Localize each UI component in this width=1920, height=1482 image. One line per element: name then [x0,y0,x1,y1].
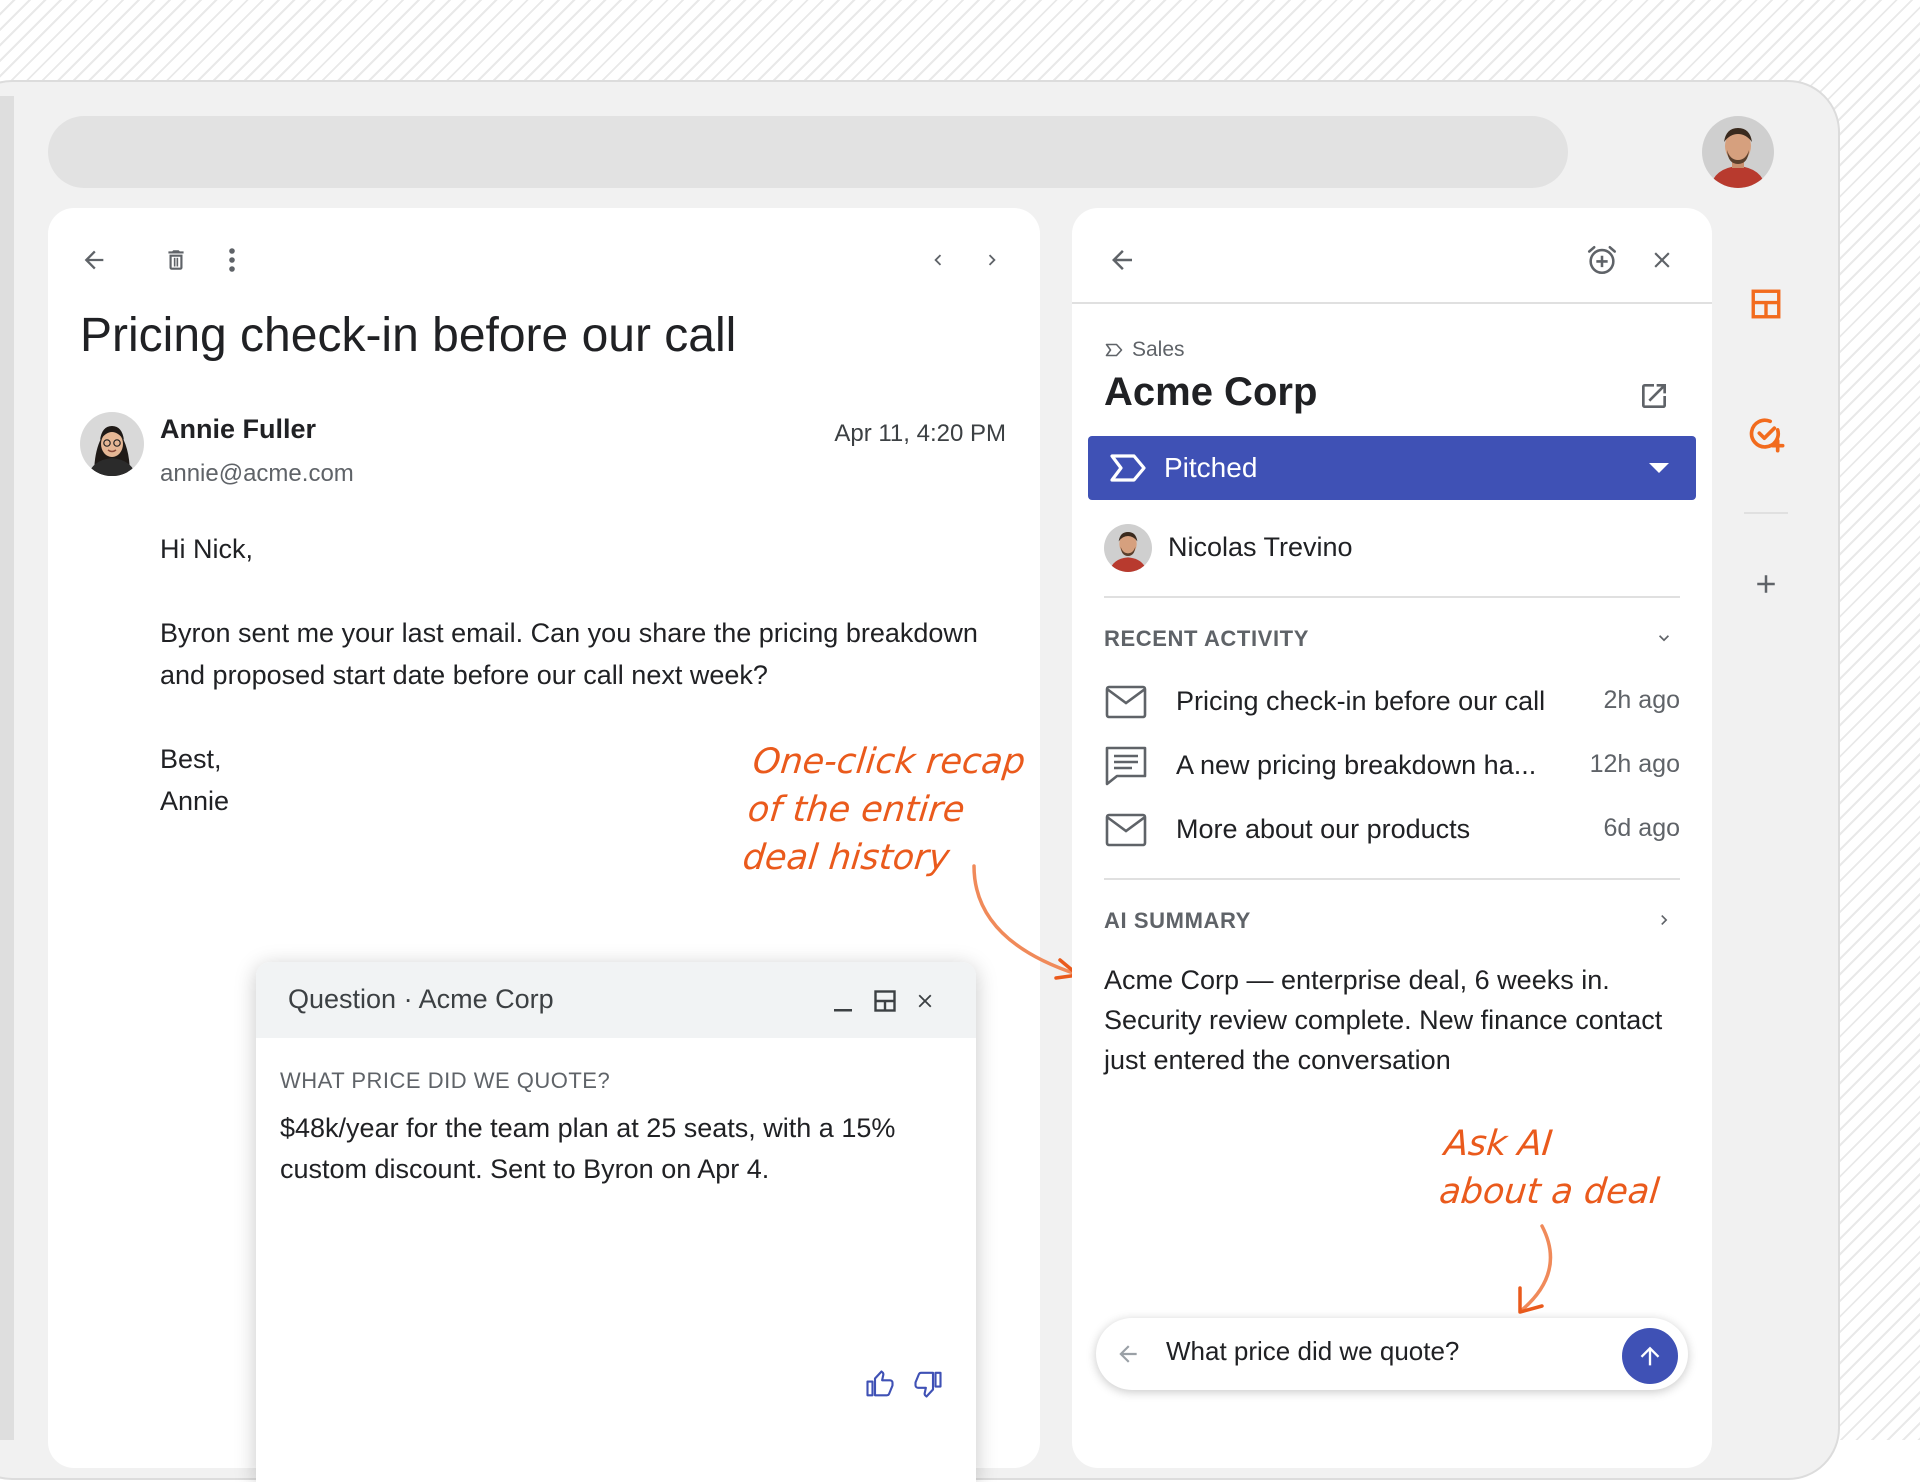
answer-text: $48k/year for the team plan at 25 seats,… [280,1113,896,1184]
search-bar[interactable] [48,116,1568,188]
chevron-down-icon[interactable] [1648,622,1680,654]
activity-time: 6d ago [1603,814,1680,842]
email-subject: Pricing check-in before our call [80,309,737,362]
email-signoff: Best, [160,744,222,774]
reminder-alarm-icon[interactable] [1580,238,1624,282]
annotation-arrow-icon [1518,1224,1553,1314]
account-avatar[interactable] [1702,116,1774,188]
thumbs-up-icon[interactable] [860,1364,900,1404]
open-external-icon[interactable] [1634,376,1674,416]
activity-title: A new pricing breakdown ha... [1176,750,1537,780]
sender-email: annie@acme.com [160,460,354,487]
close-icon[interactable] [1642,240,1682,280]
activity-time: 12h ago [1589,750,1680,778]
ai-summary-label: AI SUMMARY [1104,908,1251,933]
annotation-text: of the entire [745,790,967,830]
annotation-text: One-click recap [750,742,1028,782]
back-arrow-icon[interactable] [1102,240,1142,280]
stage-dropdown[interactable]: Pitched [1088,436,1696,500]
recent-activity-label: RECENT ACTIVITY [1104,626,1309,651]
deal-panel: Sales Acme Corp Pitched Nicolas Trevino … [1072,208,1712,1468]
more-vert-icon[interactable] [212,240,252,280]
add-icon[interactable] [1736,554,1796,614]
chevron-right-icon[interactable] [972,240,1012,280]
deal-name: Acme Corp [1104,370,1318,414]
question-text: WHAT PRICE DID WE QUOTE? [280,1068,611,1093]
chevron-right-icon[interactable] [1648,904,1680,936]
sender-name: Annie Fuller [160,414,317,444]
stage-label: Pitched [1164,452,1258,483]
sent-date: Apr 11, 4:20 PM [834,420,1006,447]
annotation-arrow-icon [972,864,1080,980]
mail-icon [1104,812,1148,848]
email-greeting: Hi Nick, [160,534,253,564]
owner-avatar [1104,524,1152,572]
section-divider [1104,596,1680,598]
pipeline-icon [1104,340,1124,360]
annotation-text: about a deal [1437,1172,1662,1212]
activity-time: 2h ago [1603,686,1680,714]
trash-icon[interactable] [156,240,196,280]
activity-row[interactable]: Pricing check-in before our call 2h ago [1104,678,1680,726]
rail-divider [1744,512,1788,514]
close-icon[interactable] [908,984,942,1018]
annotation-ask-ai: Ask AI about a deal [1437,1120,1667,1216]
chevron-left-icon[interactable] [918,240,958,280]
nav-rail-edge [0,96,14,1440]
email-body-line: Byron sent me your last email. Can you s… [160,618,978,648]
email-signature: Annie [160,786,230,816]
owner-name: Nicolas Trevino [1168,532,1353,562]
dropdown-arrow-icon [1644,456,1674,480]
activity-title: Pricing check-in before our call [1176,686,1546,716]
sender-avatar [80,412,144,476]
mail-icon [1104,684,1148,720]
stage-icon [1108,452,1148,484]
ask-ai-box [1096,1318,1688,1390]
question-window: Question · Acme Corp WHAT PRICE DID WE Q… [256,962,976,1482]
thumbs-down-icon[interactable] [908,1364,948,1404]
activity-row[interactable]: A new pricing breakdown ha... 12h ago [1104,742,1680,790]
question-window-title: Question · Acme Corp [288,984,554,1014]
email-body-line: and proposed start date before our call … [160,660,768,690]
add-task-icon[interactable] [1736,404,1796,464]
activity-row[interactable]: More about our products 6d ago [1104,806,1680,854]
send-button[interactable] [1622,1328,1678,1384]
activity-title: More about our products [1176,814,1471,844]
section-divider [1104,878,1680,880]
pipeline-label: Sales [1132,338,1185,361]
expand-icon[interactable] [868,984,902,1018]
crm-panel-icon[interactable] [1736,274,1796,334]
header-divider [1072,302,1712,304]
ask-ai-input[interactable] [1166,1336,1586,1367]
minimize-icon[interactable] [826,984,860,1018]
question-window-header: Question · Acme Corp [256,962,976,1038]
back-arrow-icon[interactable] [1112,1338,1144,1370]
ai-summary-text: Acme Corp — enterprise deal, 6 weeks in.… [1104,965,1663,1075]
back-arrow-icon[interactable] [74,240,114,280]
annotation-text: Ask AI [1442,1124,1555,1164]
note-icon [1104,746,1148,786]
